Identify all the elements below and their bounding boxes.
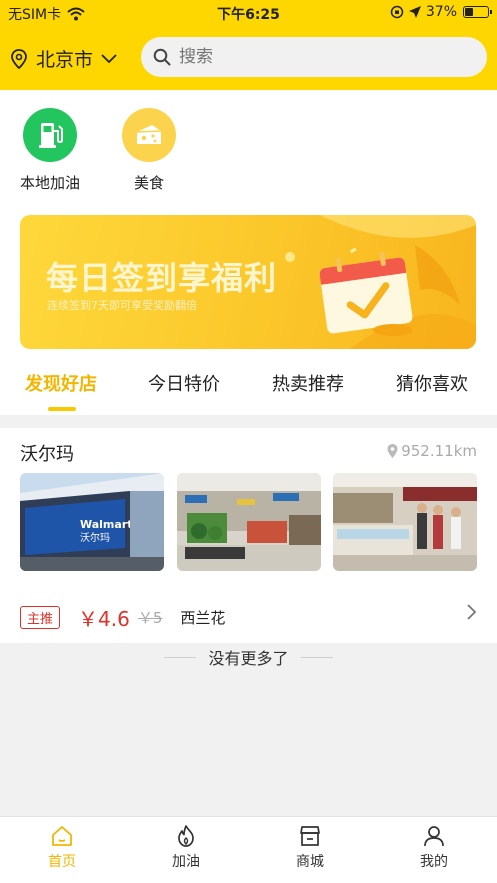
category-icon-bg [23, 108, 77, 162]
cheese-icon [136, 125, 162, 144]
store-icon [300, 826, 320, 846]
store-counter-image [333, 473, 477, 571]
battery-icon [463, 6, 492, 18]
tabbar-home[interactable]: 首页 [22, 825, 102, 871]
svg-text:沃尔玛: 沃尔玛 [80, 531, 110, 544]
store-interior-image [177, 473, 321, 571]
store-photo-interior-2[interactable] [333, 473, 477, 571]
sign-in-banner[interactable]: 每日签到享福利 连续签到7天即可享受奖励翻倍 [20, 215, 476, 349]
divider [164, 656, 197, 658]
header: 北京市 [0, 26, 497, 90]
store-photo-interior-1[interactable] [177, 473, 321, 571]
list-end-text: 没有更多了 [208, 649, 289, 668]
tabbar-fuel[interactable]: 加油 [146, 825, 226, 871]
calendar-check-icon [319, 251, 413, 336]
category-local-fuel[interactable]: 本地加油 [5, 108, 95, 193]
category-food[interactable]: 美食 [104, 108, 194, 193]
store-photo-exterior[interactable]: Walmart 沃尔玛 [20, 473, 164, 571]
tabbar-label: 商城 [296, 854, 324, 870]
promo-item-name: 西兰花 [180, 609, 226, 627]
flame-icon [178, 825, 194, 847]
battery-percent: 37% [425, 4, 457, 20]
shop-tabs: 发现好店 今日特价 热卖推荐 猜你喜欢 [0, 360, 497, 415]
orientation-lock-icon [390, 5, 404, 19]
city-label: 北京市 [36, 49, 94, 71]
tabbar-label: 我的 [420, 854, 448, 870]
tab-active-indicator [48, 407, 76, 411]
status-bar: 无SIM卡 下午6:25 37% [0, 0, 497, 26]
tab-recommended[interactable]: 猜你喜欢 [396, 370, 468, 396]
list-end-indicator: 没有更多了 [0, 645, 497, 669]
divider [300, 656, 333, 658]
chevron-down-icon [101, 53, 117, 63]
tabbar-mall[interactable]: 商城 [270, 825, 350, 871]
user-icon [424, 826, 444, 847]
chevron-right-icon[interactable] [467, 604, 477, 620]
storefront-sign: Walmart [80, 518, 133, 531]
tabbar-profile[interactable]: 我的 [394, 825, 474, 871]
tabbar-label: 首页 [48, 854, 76, 870]
gas-station-icon [39, 123, 63, 148]
location-arrow-icon [408, 6, 421, 18]
storefront-image: Walmart 沃尔玛 [20, 473, 164, 571]
bottom-tab-bar: 首页 加油 商城 我的 [0, 816, 497, 883]
status-right: 37% [390, 4, 492, 20]
tab-daily-deals[interactable]: 今日特价 [148, 370, 220, 396]
tab-hot-picks[interactable]: 热卖推荐 [272, 370, 344, 396]
featured-badge: 主推 [20, 606, 61, 629]
store-card[interactable]: 沃尔玛 952.11km Walmart 沃尔玛 主推 ￥4.6 ￥5 西兰花 [0, 428, 497, 643]
category-icon-bg [122, 108, 176, 162]
distance-value: 952.11km [401, 442, 477, 460]
banner-subtitle: 连续签到7天即可享受奖励翻倍 [47, 299, 197, 312]
category-label: 本地加油 [19, 174, 80, 192]
original-price: ￥5 [137, 609, 163, 627]
city-selector[interactable]: 北京市 [10, 45, 117, 72]
tab-discover-shops[interactable]: 发现好店 [25, 370, 97, 396]
store-name: 沃尔玛 [20, 444, 74, 465]
promo-row: 主推 ￥4.6 ￥5 西兰花 [20, 603, 225, 632]
store-distance: 952.11km [387, 442, 477, 460]
search-input[interactable] [179, 47, 459, 67]
search-bar[interactable] [141, 37, 487, 77]
category-label: 美食 [133, 174, 164, 192]
tabbar-label: 加油 [172, 854, 200, 870]
promo-price: ￥4.6 [78, 607, 130, 631]
location-pin-icon [387, 444, 398, 458]
search-icon [153, 48, 171, 66]
banner-title: 每日签到享福利 [46, 259, 278, 297]
home-icon [52, 826, 72, 846]
location-pin-icon [11, 48, 27, 69]
